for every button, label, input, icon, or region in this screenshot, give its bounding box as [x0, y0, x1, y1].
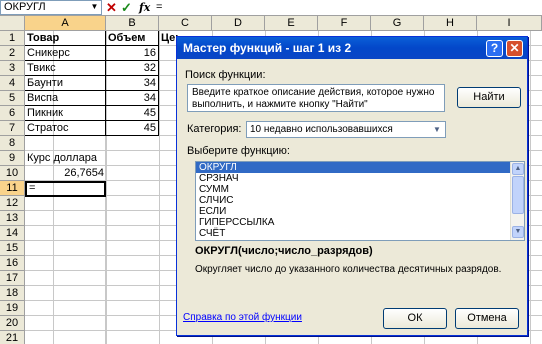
- search-input[interactable]: Введите краткое описание действия, котор…: [187, 84, 445, 112]
- cell-a2[interactable]: Сникерс: [25, 46, 106, 61]
- category-value: 10 недавно использовавшихся: [250, 124, 393, 135]
- row-header[interactable]: 14: [0, 226, 25, 241]
- cell-b3[interactable]: 32: [106, 61, 159, 76]
- cell-b10[interactable]: 26,7654: [25, 166, 106, 181]
- search-label: Поиск функции:: [185, 69, 266, 81]
- select-all-corner[interactable]: [0, 16, 25, 31]
- row-header[interactable]: 16: [0, 256, 25, 271]
- cell-a3[interactable]: Твикс: [25, 61, 106, 76]
- row-header[interactable]: 9: [0, 151, 25, 166]
- cell-b1[interactable]: Объем: [106, 31, 159, 46]
- scroll-thumb[interactable]: [512, 176, 524, 214]
- row-header[interactable]: 21: [0, 331, 25, 344]
- row-header[interactable]: 3: [0, 61, 25, 76]
- row-header[interactable]: 10: [0, 166, 25, 181]
- row-header[interactable]: 5: [0, 91, 25, 106]
- column-header-g[interactable]: G: [371, 16, 424, 31]
- row-header[interactable]: 18: [0, 286, 25, 301]
- scroll-down-icon[interactable]: ▼: [512, 226, 524, 238]
- list-item[interactable]: СУММ: [196, 184, 524, 195]
- column-header-c[interactable]: C: [159, 16, 212, 31]
- list-item[interactable]: ОКРУГЛ: [196, 162, 524, 173]
- column-header-i[interactable]: I: [477, 16, 542, 31]
- row-header[interactable]: 7: [0, 121, 25, 136]
- column-header-f[interactable]: F: [318, 16, 371, 31]
- column-header-e[interactable]: E: [265, 16, 318, 31]
- list-item[interactable]: ЕСЛИ: [196, 206, 524, 217]
- column-header-d[interactable]: D: [212, 16, 265, 31]
- row-header[interactable]: 2: [0, 46, 25, 61]
- row-header[interactable]: 20: [0, 316, 25, 331]
- cell-b2[interactable]: 16: [106, 46, 159, 61]
- help-icon[interactable]: ?: [486, 40, 503, 57]
- cell-b5[interactable]: 34: [106, 91, 159, 106]
- formula-bar: ОКРУГЛ ▼ ✕ ✓ fx =: [0, 0, 542, 16]
- category-select[interactable]: 10 недавно использовавшихся ▼: [246, 121, 446, 138]
- row-header[interactable]: 4: [0, 76, 25, 91]
- row-header[interactable]: 19: [0, 301, 25, 316]
- list-item[interactable]: СРЗНАЧ: [196, 173, 524, 184]
- formula-input[interactable]: =: [156, 0, 162, 15]
- cell-b6[interactable]: 45: [106, 106, 159, 121]
- cell-a6[interactable]: Пикник: [25, 106, 106, 121]
- close-icon[interactable]: ✕: [506, 40, 523, 57]
- row-header[interactable]: 6: [0, 106, 25, 121]
- row-header[interactable]: 15: [0, 241, 25, 256]
- cell-a1[interactable]: Товар: [25, 31, 106, 46]
- function-description: Округляет число до указанного количества…: [195, 264, 502, 275]
- function-help-link[interactable]: Справка по этой функции: [183, 312, 302, 323]
- list-scrollbar[interactable]: ▲ ▼: [510, 162, 524, 240]
- row-header[interactable]: 11: [0, 181, 25, 196]
- cell-a4[interactable]: Баунти: [25, 76, 106, 91]
- cell-b7[interactable]: 45: [106, 121, 159, 136]
- cell-a5[interactable]: Виспа: [25, 91, 106, 106]
- chevron-down-icon[interactable]: ▼: [430, 123, 444, 136]
- row-header[interactable]: 8: [0, 136, 25, 151]
- choose-function-label: Выберите функцию:: [187, 145, 290, 157]
- dialog-title: Мастер функций - шаг 1 из 2: [177, 37, 527, 59]
- function-wizard-dialog: Мастер функций - шаг 1 из 2 ? ✕ Поиск фу…: [176, 36, 528, 336]
- cancel-formula-icon[interactable]: ✕: [106, 0, 117, 15]
- cell-b4[interactable]: 34: [106, 76, 159, 91]
- column-header-h[interactable]: H: [424, 16, 477, 31]
- cell-a9[interactable]: Курс доллара: [25, 151, 159, 166]
- enter-formula-icon[interactable]: ✓: [121, 0, 132, 15]
- active-cell-cursor: [25, 181, 106, 197]
- function-list[interactable]: ОКРУГЛ СРЗНАЧ СУММ СЛЧИС ЕСЛИ ГИПЕРССЫЛК…: [195, 161, 525, 241]
- find-button[interactable]: Найти: [457, 87, 521, 108]
- function-syntax: ОКРУГЛ(число;число_разрядов): [195, 245, 373, 257]
- row-header[interactable]: 1: [0, 31, 25, 46]
- column-header-b[interactable]: B: [106, 16, 159, 31]
- name-box[interactable]: ОКРУГЛ: [0, 0, 102, 15]
- row-header[interactable]: 17: [0, 271, 25, 286]
- category-label: Категория:: [187, 123, 242, 135]
- scroll-up-icon[interactable]: ▲: [512, 163, 524, 175]
- list-item[interactable]: СЧЁТ: [196, 228, 524, 239]
- insert-function-icon[interactable]: fx: [139, 0, 150, 15]
- column-header-a[interactable]: A: [25, 16, 106, 31]
- ok-button[interactable]: ОК: [383, 308, 447, 329]
- list-item[interactable]: ГИПЕРССЫЛКА: [196, 217, 524, 228]
- row-header[interactable]: 13: [0, 211, 25, 226]
- cell-a7[interactable]: Стратос: [25, 121, 106, 136]
- row-header[interactable]: 12: [0, 196, 25, 211]
- name-box-dropdown-icon[interactable]: ▼: [88, 0, 101, 14]
- cancel-button[interactable]: Отмена: [455, 308, 519, 329]
- list-item[interactable]: СЛЧИС: [196, 195, 524, 206]
